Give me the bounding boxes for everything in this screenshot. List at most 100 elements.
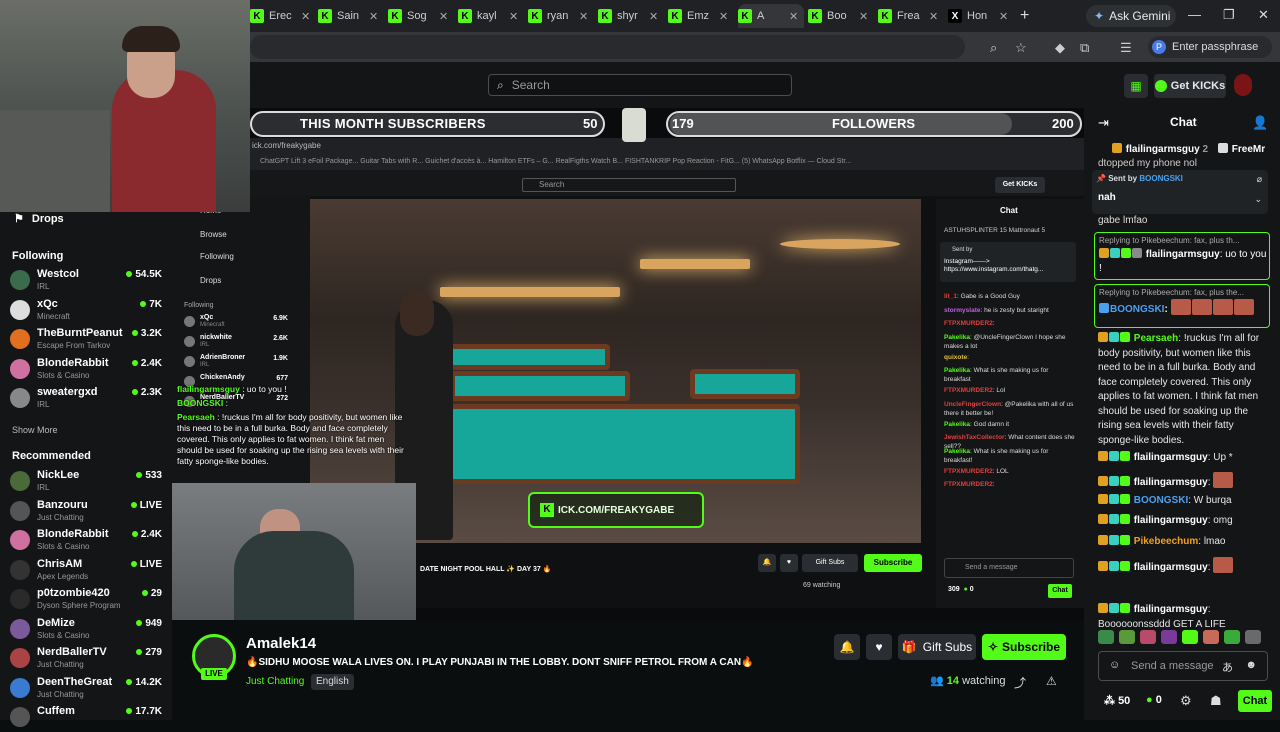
browser-tab-active[interactable]: K A ✕ [738,4,804,28]
address-bar[interactable] [250,35,965,59]
sidebar-channel-p0tzombie420[interactable]: p0tzombie420 Dyson Sphere Program 29 [10,586,162,614]
chat-message[interactable]: BOONGSKI: W burqa [1098,494,1264,509]
emote-icon[interactable] [1245,630,1261,644]
sidebar-channel-blonderabbit[interactable]: BlondeRabbit Slots & Casino 2.4K [10,356,162,384]
sidebar-channel-banzouru[interactable]: Banzouru Just Chatting LIVE [10,498,162,526]
browser-tab[interactable]: Kshyr ✕ [598,4,664,28]
extension-icon[interactable]: ◆ [1055,40,1065,56]
chat-username[interactable]: Pikebeechum [1134,536,1198,547]
chat-username[interactable]: flailingarmsguy [1134,562,1208,573]
emote-icon[interactable] [1182,630,1198,644]
chat-message[interactable]: Pearsaeh: !ruckus I'm all for body posit… [1098,332,1264,448]
search-input[interactable]: ⌕ Search [488,74,792,96]
close-tab-icon[interactable]: ✕ [301,10,310,23]
chat-reply-message[interactable]: Replying to Pikebeechum: fax, plus th...… [1094,232,1270,280]
translate-icon[interactable]: あ [1222,659,1233,675]
bookmark-star-icon[interactable]: ☆ [1015,40,1027,56]
streamer-name[interactable]: Amalek14 [246,635,316,652]
chat-username[interactable]: flailingarmsguy [1134,515,1208,526]
get-kicks-button[interactable]: Get KICKs [1154,74,1226,98]
passphrase-button[interactable]: P Enter passphrase [1148,36,1272,58]
reply-user[interactable]: flailingarmsguy [1146,249,1220,260]
chat-user-menu-icon[interactable]: ☗ [1210,693,1222,709]
sidebar-channel-blonderabbit[interactable]: BlondeRabbit Slots & Casino 2.4K [10,527,162,555]
close-tab-icon[interactable]: ✕ [719,10,728,23]
chat-username[interactable]: BOONGSKI [1134,495,1188,506]
emoji-icon[interactable]: ☻ [1245,659,1257,671]
close-window-icon[interactable]: ✕ [1258,7,1269,23]
sidebar-channel-nerdballertv[interactable]: NerdBallerTV Just Chatting 279 [10,645,162,673]
close-tab-icon[interactable]: ✕ [999,10,1008,23]
gift-subs-button[interactable]: 🎁 Gift Subs [898,634,976,660]
stream-language-tag[interactable]: English [311,674,354,690]
close-tab-icon[interactable]: ✕ [859,10,868,23]
browser-tab[interactable]: K Emz ✕ [668,4,734,28]
chat-username[interactable]: flailingarmsguy [1134,477,1208,488]
close-tab-icon[interactable]: ✕ [649,10,658,23]
close-tab-icon[interactable]: ✕ [789,10,798,23]
browser-tab[interactable]: K Frea ✕ [878,4,944,28]
kicks-store-icon[interactable]: ▦ [1124,74,1148,98]
send-chat-button[interactable]: Chat [1238,690,1272,712]
chat-reply-message[interactable]: Replying to Pikebeechum: fax, plus the..… [1094,284,1270,328]
browser-tab[interactable]: K Boo ✕ [808,4,874,28]
collapse-chat-icon[interactable]: ⇥ [1098,115,1109,131]
chat-settings-gear-icon[interactable]: ⚙ [1180,693,1192,709]
emote-icon[interactable] [1224,630,1240,644]
chat-send-input[interactable]: ☺ Send a message あ ☻ [1098,651,1268,681]
chat-username[interactable]: Pearsaeh [1134,333,1178,344]
chat-message[interactable]: flailingarmsguy: Up * [1098,451,1264,466]
sidebar-channel-westcol[interactable]: Westcol IRL 54.5K [10,267,162,295]
chat-message[interactable]: flailingarmsguy: [1098,557,1264,576]
unpin-icon[interactable]: ⌀ [1257,174,1262,185]
maximize-icon[interactable]: ❐ [1223,7,1235,23]
user-avatar[interactable] [1234,74,1252,96]
browser-tab[interactable]: K Sain ✕ [318,4,384,28]
report-icon[interactable]: ⚠ [1046,674,1057,688]
sidebar-channel-sweatergxd[interactable]: sweatergxd IRL 2.3K [10,385,162,413]
emote-picker-icon[interactable]: ☺ [1109,659,1120,671]
reply-user[interactable]: BOONGSKI [1110,304,1164,315]
sidebar-channel-theburntpeanut[interactable]: TheBurntPeanut Escape From Tarkov 3.2K [10,326,162,354]
pinned-message[interactable]: 📌 Sent by BOONGSKI nah ⌀ ⌄ [1092,170,1268,214]
minimize-icon[interactable]: — [1188,7,1201,22]
browser-tab[interactable]: K Erec ✕ [250,4,316,28]
chat-username[interactable]: flailingarmsguy [1134,452,1208,463]
puzzle-icon[interactable]: ⧉ [1080,40,1089,56]
close-tab-icon[interactable]: ✕ [369,10,378,23]
browser-tab[interactable]: K Sog ✕ [388,4,454,28]
sidebar-channel-chrisam[interactable]: ChrisAM Apex Legends LIVE [10,557,162,585]
sidebar-channel-deenthegreat[interactable]: DeenTheGreat Just Chatting 14.2K [10,675,162,703]
follow-heart-icon[interactable]: ♥ [866,634,892,660]
share-icon[interactable]: ⤴ [1014,674,1026,691]
close-tab-icon[interactable]: ✕ [439,10,448,23]
emote-icon[interactable] [1119,630,1135,644]
emote-icon[interactable] [1098,630,1114,644]
emote-icon[interactable] [1161,630,1177,644]
emote-icon[interactable] [1203,630,1219,644]
notification-bell-icon[interactable]: 🔔 [834,634,860,660]
sidebar-channel-xqc[interactable]: xQc Minecraft 7K [10,297,162,325]
media-icon[interactable]: ☰ [1120,40,1132,56]
sidebar-channel-demize[interactable]: DeMize Slots & Casino 949 [10,616,162,644]
browser-tab[interactable]: X Hon ✕ [948,4,1014,28]
kicks-balance[interactable]: ● 0 [1146,694,1162,706]
zoom-icon[interactable]: ⌕ [990,40,997,56]
browser-tab[interactable]: Kkayl ✕ [458,4,524,28]
chat-message[interactable]: Pikebeechum: lmao [1098,535,1264,550]
ask-gemini-button[interactable]: ✦ Ask Gemini [1086,5,1176,27]
new-tab-icon[interactable]: + [1020,7,1029,25]
close-tab-icon[interactable]: ✕ [929,10,938,23]
chevron-down-icon[interactable]: ⌄ [1254,194,1262,205]
channel-points[interactable]: ⁂ 50 [1104,694,1130,707]
show-more-button[interactable]: Show More [12,425,58,435]
browser-tab[interactable]: Kryan ✕ [528,4,594,28]
emote-icon[interactable] [1140,630,1156,644]
subscribe-button[interactable]: ✧ Subscribe [982,634,1066,660]
close-tab-icon[interactable]: ✕ [579,10,588,23]
chat-username[interactable]: flailingarmsguy [1134,604,1208,615]
chat-message[interactable]: flailingarmsguy: omg [1098,514,1264,529]
chat-users-icon[interactable]: 👤 [1252,115,1268,131]
chat-message[interactable]: flailingarmsguy: Boooooonssddd GET A LIF… [1098,603,1264,632]
sidebar-channel-nicklee[interactable]: NickLee IRL 533 [10,468,162,496]
